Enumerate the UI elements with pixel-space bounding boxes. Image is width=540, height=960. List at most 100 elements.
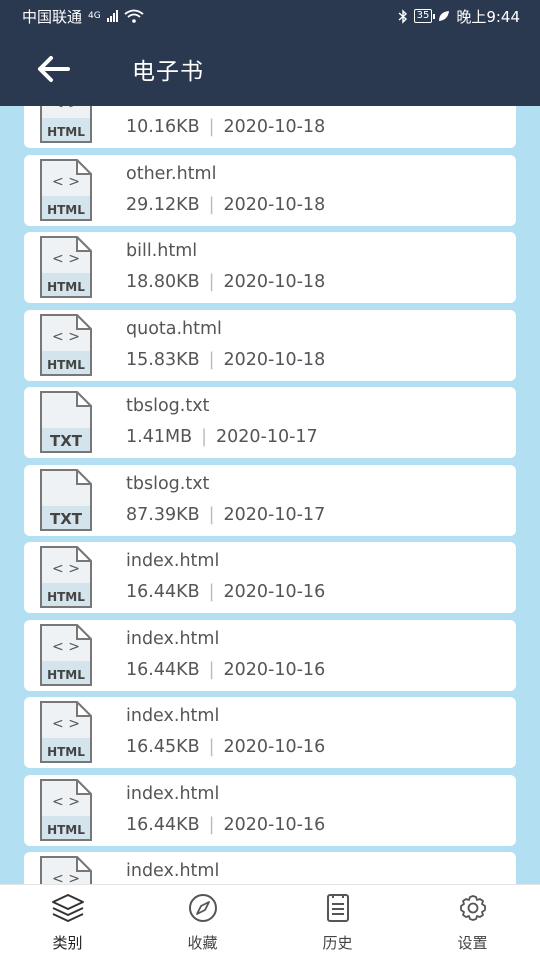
file-size: 16.44KB [126,814,200,835]
html-file-icon: < >HTML [40,701,92,763]
file-name: quota.html [126,318,222,339]
svg-text:HTML: HTML [47,358,85,372]
file-date: 2020-10-18 [223,272,326,292]
status-bar: 中国联通 4G 35 晚上9:44 [0,0,540,32]
file-date: 2020-10-16 [223,659,326,680]
file-meta: 18.80KB | 2020-10-18 [126,272,325,292]
file-name: index.html [126,861,220,881]
nav-item-1[interactable]: 类别 [0,885,135,960]
meta-separator: | [208,272,215,292]
svg-text:HTML: HTML [47,203,85,217]
file-row[interactable]: < > HTML quota.html 15.83KB | 2020-10-18 [24,309,516,381]
file-date: 2020-10-17 [223,504,326,525]
compass-icon [186,893,220,927]
svg-text:HTML: HTML [47,823,85,837]
app-bar: 电子书 [0,32,540,106]
html-file-icon: < >HTML [40,856,92,884]
nav-label: 类别 [52,933,83,952]
nav-item-4[interactable]: 设置 [405,885,540,960]
html-file-icon: < > HTML [40,313,92,376]
svg-text:< >: < > [52,106,80,112]
file-meta: 16.44KB | 2020-10-16 [126,815,325,835]
svg-text:< >: < > [52,639,80,655]
bottom-navigation: 类别 收藏 历史 设置 [0,884,540,960]
file-meta: 87.39KB | 2020-10-17 [126,505,325,525]
file-meta: 16.44KB | 2020-10-16 [126,660,325,680]
battery-icon: 35 [413,9,436,23]
svg-text:< >: < > [52,561,80,577]
clock: 晚上9:44 [456,7,520,26]
file-date: 2020-10-16 [223,737,326,757]
document-list-icon [321,893,355,927]
file-row[interactable]: < > HTML index.html 16.44KB | 2020-10-16 [24,619,516,691]
file-meta: 16.44KB | 2020-10-16 [126,582,325,602]
svg-text:HTML: HTML [47,668,85,682]
file-row[interactable]: < > HTML index.html 16.44KB | 2020-10-16 [24,774,516,846]
file-row[interactable]: TXT tbslog.txt 1.41MB | 2020-10-17 [24,387,516,458]
meta-separator: | [208,737,215,757]
file-size: 16.45KB [126,737,200,757]
file-size: 87.39KB [126,504,200,525]
leaf-icon [439,11,450,21]
page-title: 电子书 [132,59,204,85]
file-size: 10.16KB [126,117,200,137]
file-row[interactable]: < > HTML 10.16KB | 2020-10-18 [24,106,516,148]
file-row[interactable]: < > HTML bill.html 18.80KB | 2020-10-18 [24,232,516,303]
file-row[interactable]: < > HTML other.html 29.12KB | 2020-10-18 [24,154,516,226]
file-size: 16.44KB [126,582,200,602]
nav-item-2[interactable]: 收藏 [135,885,270,960]
file-size: 16.44KB [126,659,200,680]
gear-icon [456,893,490,927]
svg-text:< >: < > [52,251,80,267]
meta-separator: | [208,814,215,835]
file-name: index.html [126,706,220,726]
file-row[interactable]: TXT tbslog.txt 87.39KB | 2020-10-17 [24,464,516,536]
svg-text:< >: < > [52,794,80,810]
svg-text:< >: < > [52,329,80,345]
txt-file-icon: TXT [40,468,92,531]
file-size: 15.83KB [126,349,200,370]
file-size: 29.12KB [126,194,200,215]
nav-label: 设置 [457,933,488,952]
file-date: 2020-10-17 [215,427,318,447]
nav-item-3[interactable]: 历史 [270,885,405,960]
file-meta: 1.41MB | 2020-10-17 [126,427,318,447]
back-button[interactable] [18,32,88,106]
bluetooth-icon [398,8,407,24]
svg-text:HTML: HTML [47,125,85,139]
html-file-icon: < > HTML [40,623,92,686]
file-name: index.html [126,783,220,804]
file-meta: 10.16KB | 2020-10-18 [126,117,325,137]
file-date: 2020-10-16 [223,582,326,602]
meta-separator: | [208,504,215,525]
meta-separator: | [208,659,215,680]
file-list-area[interactable]: < >HTML10.16KB|2020-10-18< >HTMLother.ht… [0,106,540,884]
html-file-icon: < >HTML [40,546,92,608]
file-size: 18.80KB [126,272,200,292]
file-list: < >HTML10.16KB|2020-10-18< >HTMLother.ht… [24,106,516,884]
file-meta: 29.12KB | 2020-10-18 [126,195,325,215]
nav-label: 收藏 [187,933,218,952]
carrier-label: 中国联通 [22,7,83,26]
file-meta: 16.45KB | 2020-10-16 [126,737,325,757]
svg-text:TXT: TXT [50,510,83,528]
file-date: 2020-10-18 [223,117,326,137]
file-name: tbslog.txt [126,473,210,494]
file-row[interactable]: < >HTML index.html [24,852,516,884]
svg-text:< >: < > [52,871,80,884]
meta-separator: | [208,194,215,215]
file-name: index.html [126,551,220,571]
nav-label: 历史 [322,933,353,952]
txt-file-icon: TXT [40,391,92,453]
file-row[interactable]: < > HTML index.html 16.45KB | 2020-10-16 [24,697,516,768]
html-file-icon: < > HTML [40,778,92,841]
file-date: 2020-10-18 [223,194,326,215]
file-date: 2020-10-16 [223,814,326,835]
html-file-icon: < >HTML [40,158,92,221]
file-row[interactable]: < > HTML index.html 16.44KB | 2020-10-16 [24,542,516,613]
layers-icon [51,893,85,927]
wifi-icon [124,9,144,23]
status-right: 35 晚上9:44 [398,6,520,27]
svg-text:TXT: TXT [50,432,83,450]
network-type-label: 4G [88,11,101,21]
